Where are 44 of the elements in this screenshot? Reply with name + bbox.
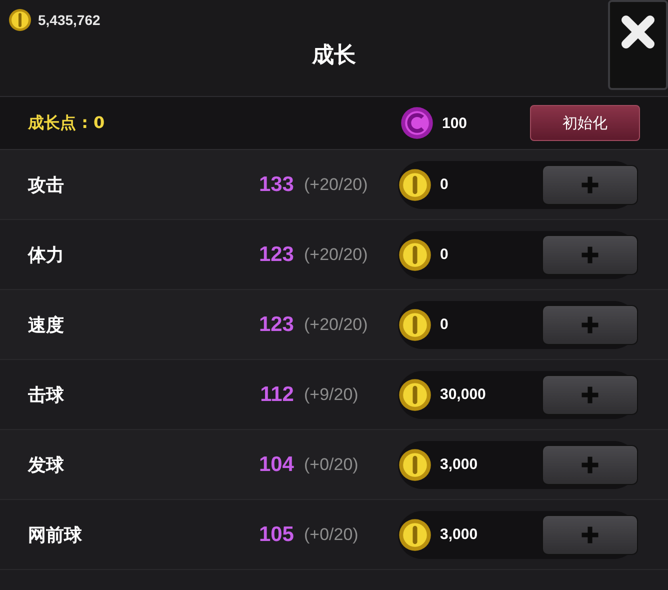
add-button[interactable] [542,514,638,554]
upgrade-cost: 0 [440,176,450,193]
coin-icon [398,238,432,272]
stat-bonus: (+20/20) [303,314,369,334]
stat-bonus: (+20/20) [303,174,369,194]
coin-icon [8,8,32,32]
upgrade-cost: 0 [440,316,450,333]
stat-value: 112 [259,382,294,406]
add-button[interactable] [542,444,638,484]
stat-value: 104 [258,452,294,476]
stat-name: 网前球 [28,524,83,546]
coin-icon [398,168,432,202]
close-button[interactable] [608,0,668,90]
gem-coin-icon [400,106,434,140]
add-button[interactable] [542,304,638,344]
coin-icon [398,308,432,342]
upgrade-cost: 3,000 [440,456,479,473]
stat-value: 123 [258,242,294,266]
stat-value: 123 [258,312,294,336]
coin-icon [398,518,432,552]
window-title: 成长 [312,42,356,70]
stat-value: 105 [258,522,294,546]
stat-bonus: (+0/20) [303,524,360,544]
reset-button[interactable]: 初始化 [530,105,640,141]
add-button[interactable] [542,234,638,274]
growth-points: 成长点 : 0 [28,112,105,134]
stat-bonus: (+20/20) [303,244,369,264]
add-button[interactable] [542,164,638,204]
coin-icon [398,378,432,412]
upgrade-cost: 30,000 [440,386,487,403]
stat-value: 133 [258,172,294,196]
stat-bonus: (+9/20) [303,384,360,404]
upgrade-cost: 0 [440,246,450,263]
stat-name: 速度 [28,314,65,336]
stat-name: 击球 [28,384,65,406]
stat-name: 体力 [28,244,65,266]
stat-bonus: (+0/20) [303,454,360,474]
coin-icon [398,448,432,482]
stat-name: 发球 [28,454,65,476]
reset-cost: 100 [442,114,468,132]
coin-balance: 5,435,762 [38,12,100,28]
add-button[interactable] [542,374,638,414]
upgrade-cost: 3,000 [440,526,479,543]
stat-name: 攻击 [28,174,65,196]
